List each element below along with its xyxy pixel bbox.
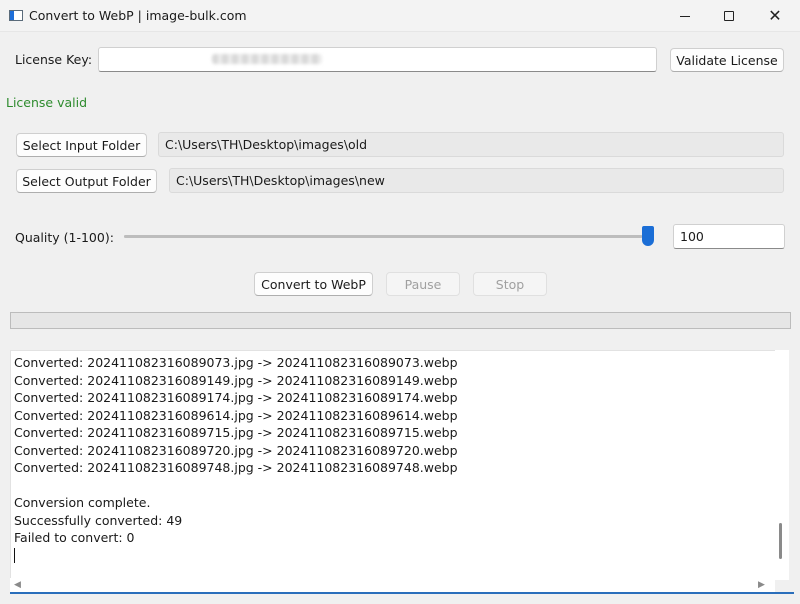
log-line: Converted: 202411082316089073.jpg -> 202… [14,355,458,370]
focus-underline [10,592,794,594]
log-lines: Converted: 202411082316089073.jpg -> 202… [14,354,764,564]
log-line: Converted: 202411082316089715.jpg -> 202… [14,425,458,440]
quality-label: Quality (1-100): [15,230,114,245]
maximize-button[interactable] [706,0,752,32]
scroll-left-icon[interactable]: ◀ [14,578,21,592]
log-line: Failed to convert: 0 [14,530,135,545]
log-line: Converted: 202411082316089174.jpg -> 202… [14,390,458,405]
output-folder-path: C:\Users\TH\Desktop\images\new [169,168,784,193]
log-caret-line [14,547,764,565]
minimize-button[interactable] [662,0,708,32]
log-vertical-scrollbar[interactable] [775,350,789,580]
log-vertical-scroll-thumb[interactable] [779,523,782,559]
stop-button[interactable]: Stop [473,272,547,296]
app-window-icon [9,10,23,21]
log-output[interactable]: Converted: 202411082316089073.jpg -> 202… [10,350,784,580]
log-line: Converted: 202411082316089614.jpg -> 202… [14,407,458,423]
window-title: Convert to WebP | image-bulk.com [29,8,247,23]
close-button[interactable]: ✕ [752,0,798,32]
title-bar: Convert to WebP | image-bulk.com ✕ [0,0,800,32]
quality-slider-thumb[interactable] [642,226,654,246]
log-line: Successfully converted: 49 [14,512,183,528]
license-key-redacted [212,54,322,64]
maximize-icon [724,11,734,21]
select-input-folder-button[interactable]: Select Input Folder [16,133,147,157]
license-status: License valid [6,95,88,110]
text-caret [14,547,15,563]
quality-value-input[interactable]: 100 [673,224,785,249]
select-output-folder-button[interactable]: Select Output Folder [16,169,157,193]
license-key-label: License Key: [15,52,93,67]
license-key-input[interactable] [98,47,657,72]
log-line: Converted: 202411082316089748.jpg -> 202… [14,460,458,475]
progress-bar [10,312,791,329]
input-folder-path: C:\Users\TH\Desktop\images\old [158,132,784,157]
validate-license-button[interactable]: Validate License [670,48,784,72]
log-line: Conversion complete. [14,495,151,510]
quality-slider-track[interactable] [124,235,654,238]
log-line: Converted: 202411082316089149.jpg -> 202… [14,372,458,388]
scroll-right-icon[interactable]: ▶ [758,578,765,592]
quality-slider-fill [124,235,642,238]
pause-button[interactable]: Pause [386,272,460,296]
log-horizontal-scrollbar[interactable]: ◀ ▶ [10,578,775,592]
close-icon: ✕ [768,6,782,25]
minimize-icon [680,15,690,17]
log-line: Converted: 202411082316089720.jpg -> 202… [14,442,458,458]
convert-button[interactable]: Convert to WebP [254,272,373,296]
